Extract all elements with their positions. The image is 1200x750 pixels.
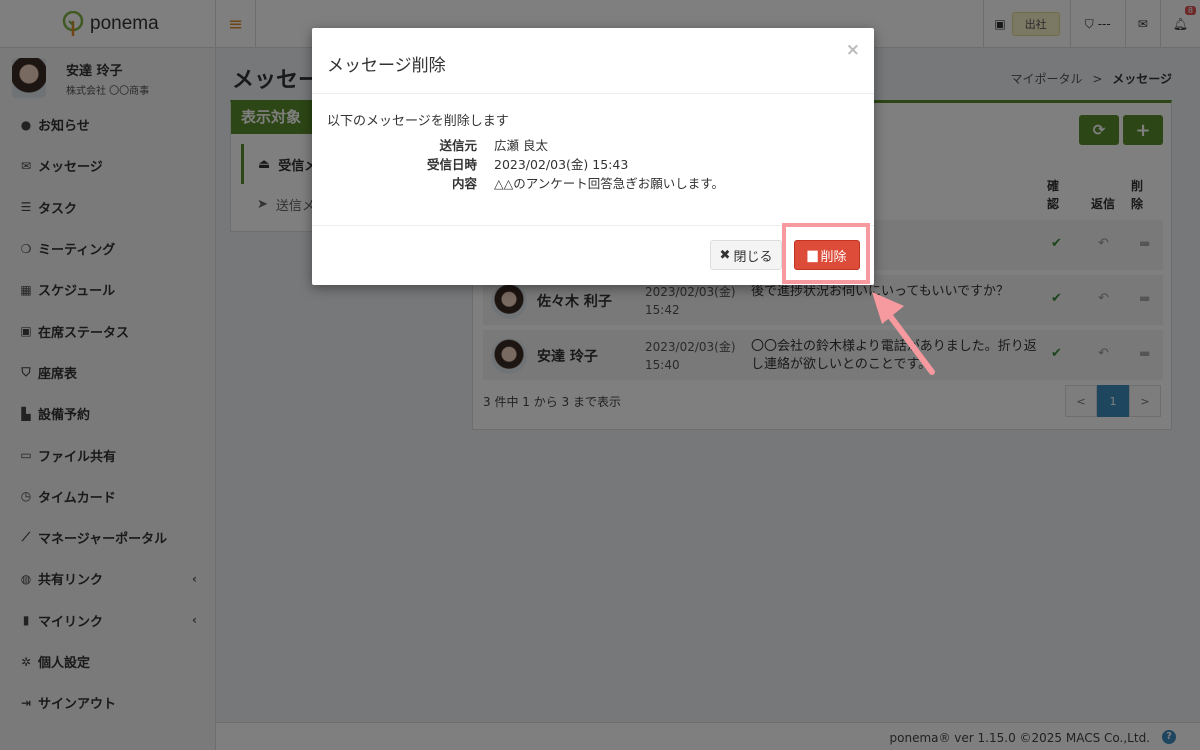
- times-icon: ✖: [719, 247, 731, 263]
- sender-label: 送信元: [439, 138, 477, 153]
- sender-value: 広瀬 良太: [494, 138, 548, 153]
- close-dialog-button[interactable]: ✖ 閉じる: [710, 240, 782, 270]
- dialog-intro-text: 以下のメッセージを削除します: [327, 114, 509, 129]
- content-value: △△のアンケート回答急ぎお願いします。: [494, 176, 724, 191]
- close-button-label: 閉じる: [733, 249, 773, 265]
- highlight-box: [782, 223, 870, 284]
- close-icon[interactable]: ×: [846, 40, 860, 60]
- divider: [312, 93, 874, 94]
- dialog-title: メッセージ削除: [327, 56, 446, 76]
- date-label: 受信日時: [426, 157, 477, 172]
- pointer-arrow-icon: [872, 292, 935, 375]
- date-value: 2023/02/03(金) 15:43: [494, 157, 629, 172]
- content-label: 内容: [451, 176, 477, 191]
